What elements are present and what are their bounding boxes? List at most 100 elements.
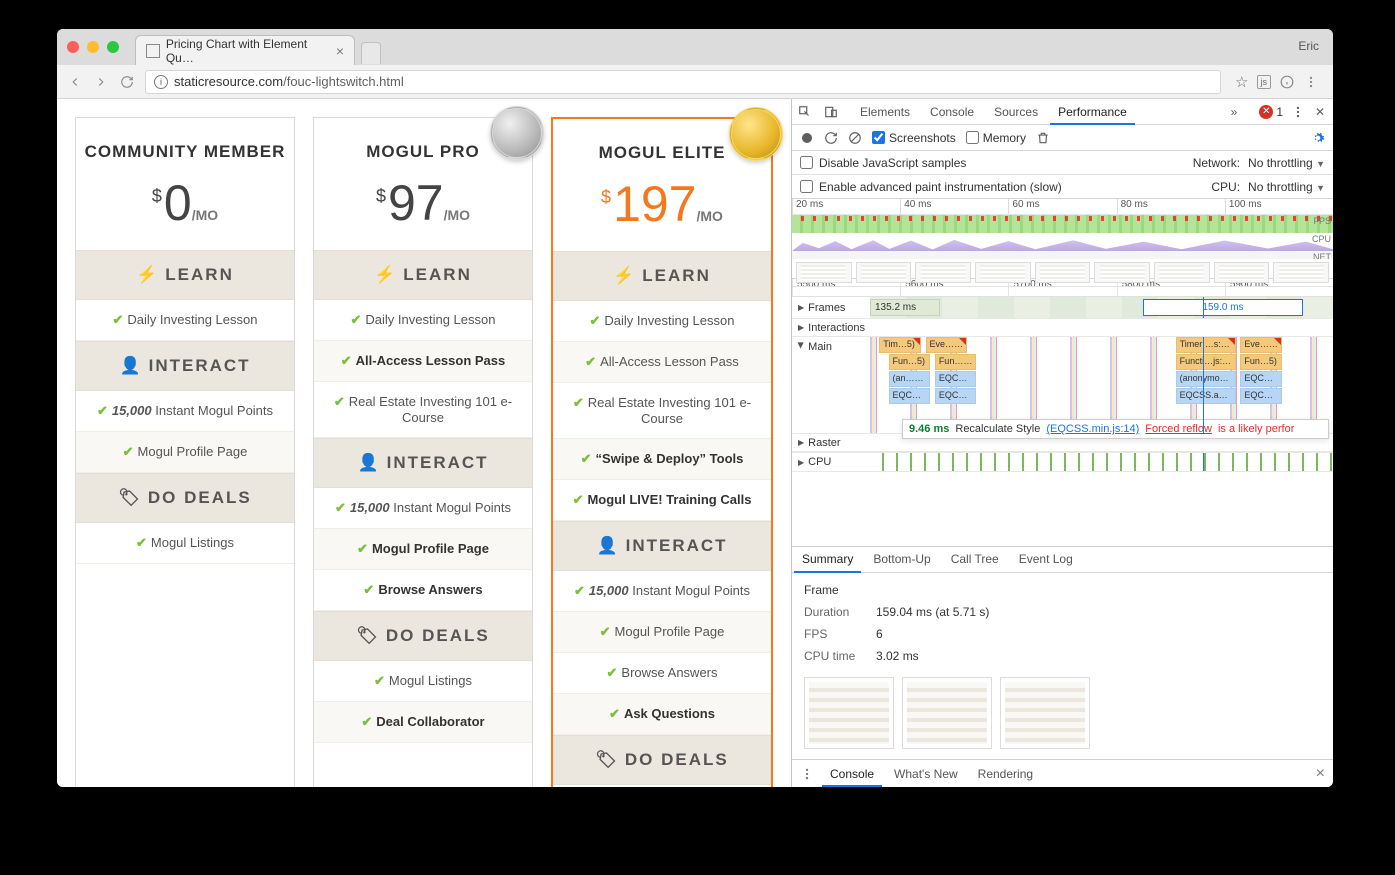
main-row[interactable]: ▶Main Tim…5)Eve…ze)Fun…5)Fun…35)(an…us)E… <box>792 337 1333 434</box>
flame-entry[interactable]: Functi…js:35) <box>1176 354 1236 370</box>
cpu-select[interactable]: No throttling ▼ <box>1248 180 1325 194</box>
console-drawer-tab-rendering[interactable]: Rendering <box>968 762 1043 786</box>
extension-info-icon[interactable] <box>1279 74 1295 90</box>
overview-timeline[interactable]: 20 ms40 ms60 ms80 ms100 ms FPS CPU NET <box>792 199 1333 279</box>
drawer-menu-icon[interactable] <box>800 767 814 781</box>
site-info-icon[interactable]: i <box>154 75 168 89</box>
network-select[interactable]: No throttling ▼ <box>1248 156 1325 170</box>
device-toggle-icon[interactable] <box>824 105 838 119</box>
drawer-tab-summary[interactable]: Summary <box>792 547 863 572</box>
devtools-tab-elements[interactable]: Elements <box>850 100 920 124</box>
devtools-tab-performance[interactable]: Performance <box>1048 100 1137 124</box>
overview-thumbnail[interactable] <box>856 262 912 283</box>
console-drawer-tab-console[interactable]: Console <box>820 762 884 786</box>
flame-entry[interactable]: Tim…5) <box>879 337 921 353</box>
overview-thumbnail[interactable] <box>1035 262 1091 283</box>
interactions-row[interactable]: ▶Interactions <box>792 319 1333 337</box>
zoom-window-button[interactable] <box>107 41 119 53</box>
flame-entry[interactable]: Eve…ze) <box>926 337 968 353</box>
check-icon: ✔ <box>609 706 620 721</box>
frames-row[interactable]: ▶Frames 135.2 ms 159.0 ms <box>792 297 1333 319</box>
back-icon[interactable] <box>67 74 83 90</box>
memory-checkbox[interactable] <box>966 131 979 144</box>
feature-item: ✔Mogul Listings <box>76 523 294 564</box>
disclosure-triangle-icon[interactable]: ▶ <box>798 438 804 447</box>
bookmark-icon[interactable]: ☆ <box>1235 73 1248 91</box>
disable-js-checkbox[interactable] <box>800 156 813 169</box>
flame-entry[interactable]: Fun…35) <box>935 354 977 370</box>
overview-thumbnail[interactable] <box>1154 262 1210 283</box>
error-indicator[interactable]: ✕1 <box>1259 105 1283 119</box>
drawer-tab-event-log[interactable]: Event Log <box>1009 547 1083 572</box>
flame-entry[interactable]: Fun…5) <box>889 354 931 370</box>
overflow-tabs[interactable]: » <box>1221 100 1248 124</box>
devtools-menu-icon[interactable] <box>1291 105 1305 119</box>
extension-js-icon[interactable]: js <box>1257 75 1272 89</box>
flame-entry[interactable]: (an…us) <box>889 371 931 387</box>
overview-thumbnails <box>792 259 1333 287</box>
paint-checkbox[interactable] <box>800 180 813 193</box>
drawer-tab-call-tree[interactable]: Call Tree <box>941 547 1009 572</box>
flame-entry[interactable]: Eve…ze) <box>1240 337 1282 353</box>
plan-price: $97/MO <box>314 178 532 250</box>
trash-icon[interactable] <box>1036 131 1050 145</box>
flame-entry[interactable]: EQC…ply <box>935 388 977 404</box>
close-tab-icon[interactable]: × <box>336 43 344 59</box>
overview-thumbnail[interactable] <box>915 262 971 283</box>
flame-entry[interactable]: (anonymous) <box>1176 371 1236 387</box>
disable-js-toggle[interactable]: Disable JavaScript samples <box>800 156 966 170</box>
overview-thumbnail[interactable] <box>975 262 1031 283</box>
flame-entry[interactable]: EQC…tle <box>935 371 977 387</box>
overflow-menu-icon[interactable] <box>1303 74 1319 90</box>
devtools-tab-sources[interactable]: Sources <box>984 100 1048 124</box>
overview-thumbnail[interactable] <box>1094 262 1150 283</box>
drawer-tab-bottom-up[interactable]: Bottom-Up <box>863 547 940 572</box>
overview-thumbnail[interactable] <box>1214 262 1270 283</box>
close-devtools-icon[interactable]: ✕ <box>1313 105 1327 119</box>
screenshots-toggle[interactable]: Screenshots <box>872 131 956 145</box>
summary-thumb[interactable] <box>1000 677 1090 749</box>
flame-entry[interactable]: EQCSS.apply <box>1176 388 1236 404</box>
reload-icon[interactable] <box>119 74 135 90</box>
devtools-tab-console[interactable]: Console <box>920 100 984 124</box>
frame-label-a[interactable]: 135.2 ms <box>870 299 940 316</box>
screenshots-checkbox[interactable] <box>872 131 885 144</box>
record-icon[interactable] <box>800 131 814 145</box>
cpu-row[interactable]: ▶CPU <box>792 452 1333 472</box>
inspect-icon[interactable] <box>798 105 812 119</box>
overview-thumbnail[interactable] <box>1273 262 1329 283</box>
url-field[interactable]: i staticresource.com/fouc-lightswitch.ht… <box>145 70 1221 94</box>
check-icon: ✔ <box>341 353 352 368</box>
flame-entry[interactable]: EQC…ly <box>889 388 931 404</box>
frame-label-b[interactable]: 159.0 ms <box>1143 299 1303 316</box>
memory-toggle[interactable]: Memory <box>966 131 1026 145</box>
profile-name[interactable]: Eric <box>1298 39 1319 53</box>
paint-toggle[interactable]: Enable advanced paint instrumentation (s… <box>800 180 1062 194</box>
flame-chart[interactable]: 5500 ms5600 ms5700 ms5800 ms5900 ms ▶Fra… <box>792 279 1333 546</box>
summary-thumb[interactable] <box>902 677 992 749</box>
summary-thumb[interactable] <box>804 677 894 749</box>
minimize-window-button[interactable] <box>87 41 99 53</box>
close-drawer-icon[interactable]: × <box>1316 765 1325 783</box>
raster-row[interactable]: ▶Raster <box>792 434 1333 452</box>
disclosure-triangle-icon[interactable]: ▶ <box>797 342 806 348</box>
close-window-button[interactable] <box>67 41 79 53</box>
clear-icon[interactable] <box>848 131 862 145</box>
disclosure-triangle-icon[interactable]: ▶ <box>798 458 804 467</box>
flame-entry[interactable]: EQC…tle <box>1240 371 1282 387</box>
browser-tab[interactable]: Pricing Chart with Element Qu… × <box>135 35 355 65</box>
section-head: 👤INTERACT <box>314 438 532 488</box>
forward-icon[interactable] <box>93 74 109 90</box>
disclosure-triangle-icon[interactable]: ▶ <box>798 303 804 312</box>
new-tab-button[interactable] <box>361 42 381 64</box>
settings-icon[interactable] <box>1311 131 1325 145</box>
flame-entry[interactable]: Timer …s:35) <box>1176 337 1236 353</box>
flame-entry[interactable]: Fun…5) <box>1240 354 1282 370</box>
chevron-down-icon: ▼ <box>1316 159 1325 169</box>
disclosure-triangle-icon[interactable]: ▶ <box>798 323 804 332</box>
console-drawer-tab-what-s-new[interactable]: What's New <box>884 762 968 786</box>
overview-thumbnail[interactable] <box>796 262 852 283</box>
reload-record-icon[interactable] <box>824 131 838 145</box>
summary-cpu: 3.02 ms <box>876 649 919 663</box>
flame-entry[interactable]: EQC…ly <box>1240 388 1282 404</box>
